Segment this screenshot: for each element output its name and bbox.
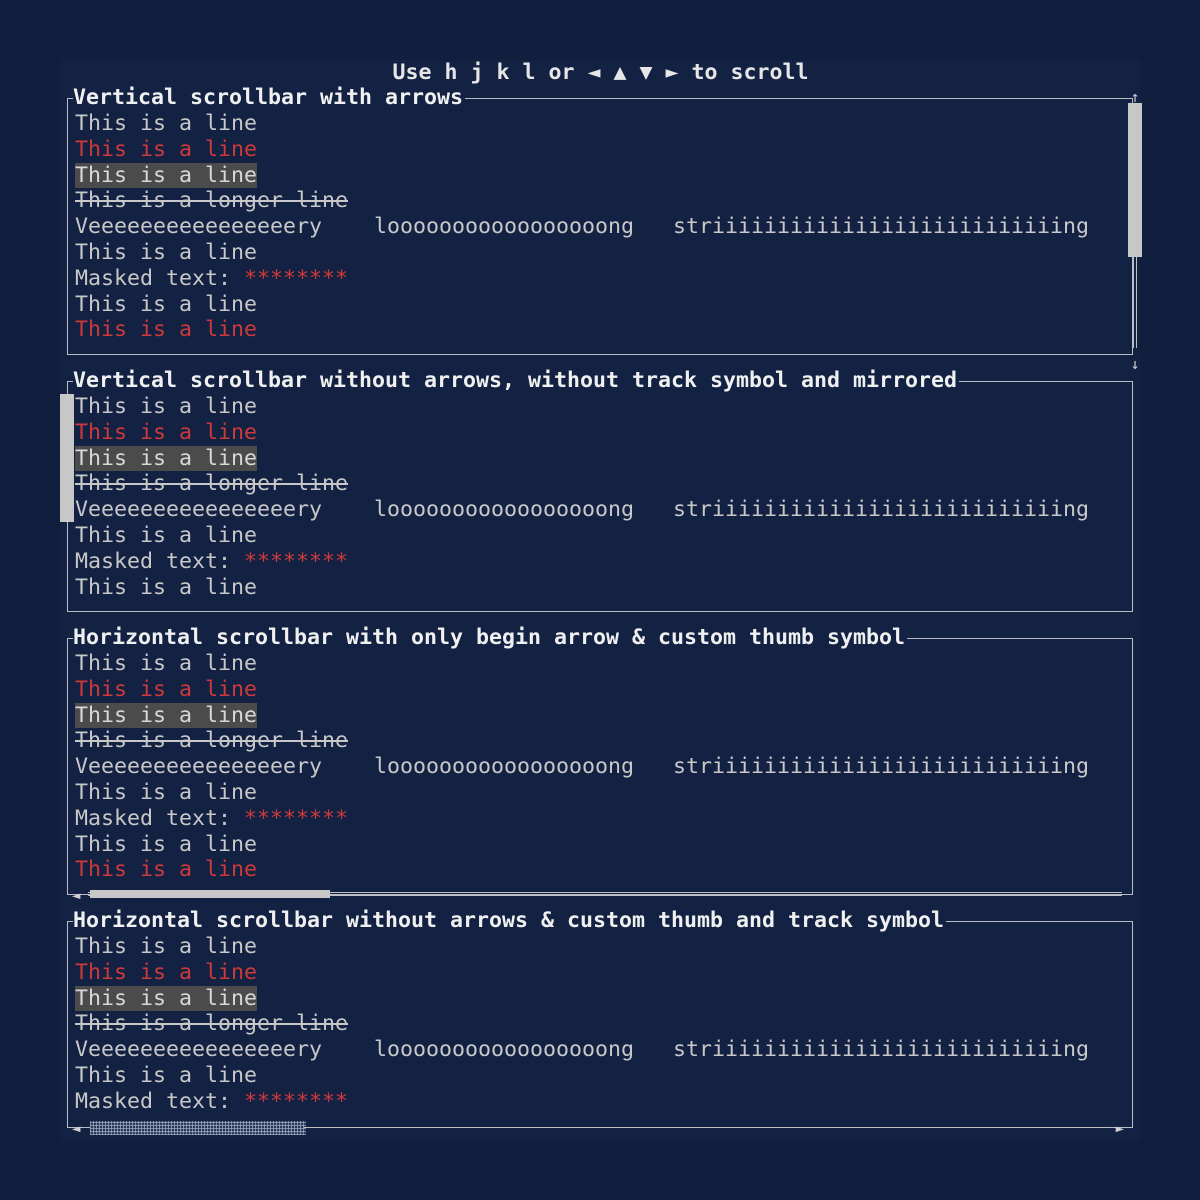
line-list: This is a line This is a line This is a li…	[75, 394, 1122, 600]
list-item: Masked text: ********	[75, 1089, 1122, 1115]
line-list: This is a line This is a line This is a li…	[75, 111, 1122, 343]
line-text: This is a line	[75, 831, 258, 857]
list-item: This is a line	[75, 780, 1122, 806]
scrollbar-thumb[interactable]	[1128, 103, 1142, 257]
vertical-scrollbar[interactable]: ↑ ↓	[1128, 89, 1142, 372]
block-horizontal-custom-track[interactable]: Horizontal scrollbar without arrows & cu…	[67, 908, 1133, 1137]
list-item: This is a line	[75, 445, 1122, 472]
list-item: This is a line	[75, 420, 1122, 446]
line-text: This-is-a-longer-line	[75, 471, 349, 497]
list-item: This is a line	[75, 317, 1122, 343]
line-text: This is a line	[75, 445, 258, 471]
line-text: This is a line	[75, 111, 258, 136]
block-title: Vertical scrollbar without arrows, witho…	[73, 368, 960, 394]
list-item: Veeeeeeeeeeeeeeeery looooooooooooooooong…	[75, 1037, 1122, 1063]
line-text: This is a line	[75, 779, 258, 805]
list-item: This is a line	[75, 137, 1122, 163]
masked-value: ********	[244, 265, 349, 291]
line-text: This is a line	[75, 162, 258, 188]
list-item: This-is-a-longer-line	[75, 471, 1122, 497]
masked-label: Masked text:	[75, 548, 245, 574]
block-vertical-mirrored[interactable]: Vertical scrollbar without arrows, witho…	[60, 368, 1133, 612]
list-item: This is a line	[75, 857, 1122, 883]
block-title: Horizontal scrollbar without arrows & cu…	[73, 908, 947, 934]
masked-label: Masked text:	[75, 1088, 245, 1114]
line-list: This is a line This is a line This is a li…	[75, 934, 1122, 1115]
scroll-right-arrow-icon[interactable]: ►	[1116, 1120, 1124, 1138]
list-item: Veeeeeeeeeeeeeeeery looooooooooooooooong…	[75, 497, 1122, 523]
line-text: This-is-a-longer-line	[75, 1011, 349, 1037]
list-item: This is a line	[75, 575, 1122, 601]
masked-label: Masked text:	[75, 265, 245, 291]
line-text: This is a line	[75, 419, 258, 445]
horizontal-scrollbar[interactable]: ◄	[72, 887, 1126, 905]
line-text: This is a line	[75, 136, 258, 162]
scroll-left-arrow-icon[interactable]: ◄	[72, 887, 80, 905]
list-item: This is a line	[75, 162, 1122, 189]
scroll-hint: Use h j k l or ◄ ▲ ▼ ► to scroll	[392, 60, 809, 85]
list-item: This-is-a-longer-line	[75, 728, 1122, 754]
line-text: This is a line	[75, 676, 258, 702]
list-item: This is a line	[75, 523, 1122, 549]
list-item: This is a line	[75, 677, 1122, 703]
line-text: This is a line	[75, 702, 258, 728]
scrollbar-thumb[interactable]	[90, 1121, 306, 1135]
line-text: This is a line	[75, 651, 258, 676]
block-title: Horizontal scrollbar with only begin arr…	[73, 625, 908, 651]
list-item: This is a line	[75, 934, 1122, 960]
block-vertical-arrows[interactable]: Vertical scrollbar with arrows This is a…	[67, 85, 1142, 372]
list-item: This is a line	[75, 651, 1122, 677]
line-text: Veeeeeeeeeeeeeeeery looooooooooooooooong…	[75, 754, 1090, 780]
line-text: Veeeeeeeeeeeeeeeery looooooooooooooooong…	[75, 214, 1090, 240]
list-item: Masked text: ********	[75, 806, 1122, 832]
line-text: This is a line	[75, 1062, 258, 1088]
list-item: This is a line	[75, 832, 1122, 858]
line-text: This-is-a-longer-line	[75, 188, 349, 214]
line-text: This is a line	[75, 985, 258, 1011]
list-item: This is a line	[75, 960, 1122, 986]
list-item: This is a line	[75, 240, 1122, 266]
scroll-left-arrow-icon[interactable]: ◄	[72, 1120, 80, 1138]
line-text: This is a line	[75, 934, 258, 959]
list-item: This-is-a-longer-line	[75, 1011, 1122, 1037]
list-item: This is a line	[75, 394, 1122, 420]
line-text: This is a line	[75, 574, 258, 600]
line-text: This-is-a-longer-line	[75, 728, 349, 754]
list-item: This is a line	[75, 985, 1122, 1012]
line-text: This is a line	[75, 394, 258, 419]
line-text: Veeeeeeeeeeeeeeeery looooooooooooooooong…	[75, 497, 1090, 523]
line-text: This is a line	[75, 959, 258, 985]
line-text: This is a line	[75, 857, 258, 883]
terminal-window: Use h j k l or ◄ ▲ ▼ ► to scroll Vertica…	[60, 60, 1142, 1140]
block-horizontal-begin-arrow[interactable]: Horizontal scrollbar with only begin arr…	[67, 625, 1133, 904]
scroll-down-arrow-icon[interactable]: ↓	[1128, 356, 1142, 372]
scrollbar-track[interactable]	[304, 1127, 1104, 1128]
masked-value: ********	[244, 1088, 349, 1114]
scrollbar-thumb[interactable]	[90, 890, 330, 898]
horizontal-scrollbar[interactable]: ◄ ►	[72, 1120, 1126, 1138]
line-text: This is a line	[75, 239, 258, 265]
masked-label: Masked text:	[75, 805, 245, 831]
scrollbar-thumb[interactable]	[60, 394, 74, 522]
list-item: This is a line	[75, 292, 1122, 318]
list-item: This is a line	[75, 1063, 1122, 1089]
list-item: Masked text: ********	[75, 266, 1122, 292]
list-item: Veeeeeeeeeeeeeeeery looooooooooooooooong…	[75, 754, 1122, 780]
list-item: This is a line	[75, 702, 1122, 729]
list-item: Veeeeeeeeeeeeeeeery looooooooooooooooong…	[75, 214, 1122, 240]
list-item: This-is-a-longer-line	[75, 188, 1122, 214]
line-text: This is a line	[75, 291, 258, 317]
line-text: This is a line	[75, 317, 258, 343]
list-item: This is a line	[75, 111, 1122, 137]
masked-value: ********	[244, 805, 349, 831]
line-text: Veeeeeeeeeeeeeeeery looooooooooooooooong…	[75, 1037, 1090, 1063]
line-list: This is a line This is a line This is a li…	[75, 651, 1122, 883]
list-item: Masked text: ********	[75, 549, 1122, 575]
line-text: This is a line	[75, 522, 258, 548]
block-title: Vertical scrollbar with arrows	[73, 85, 466, 111]
masked-value: ********	[244, 548, 349, 574]
